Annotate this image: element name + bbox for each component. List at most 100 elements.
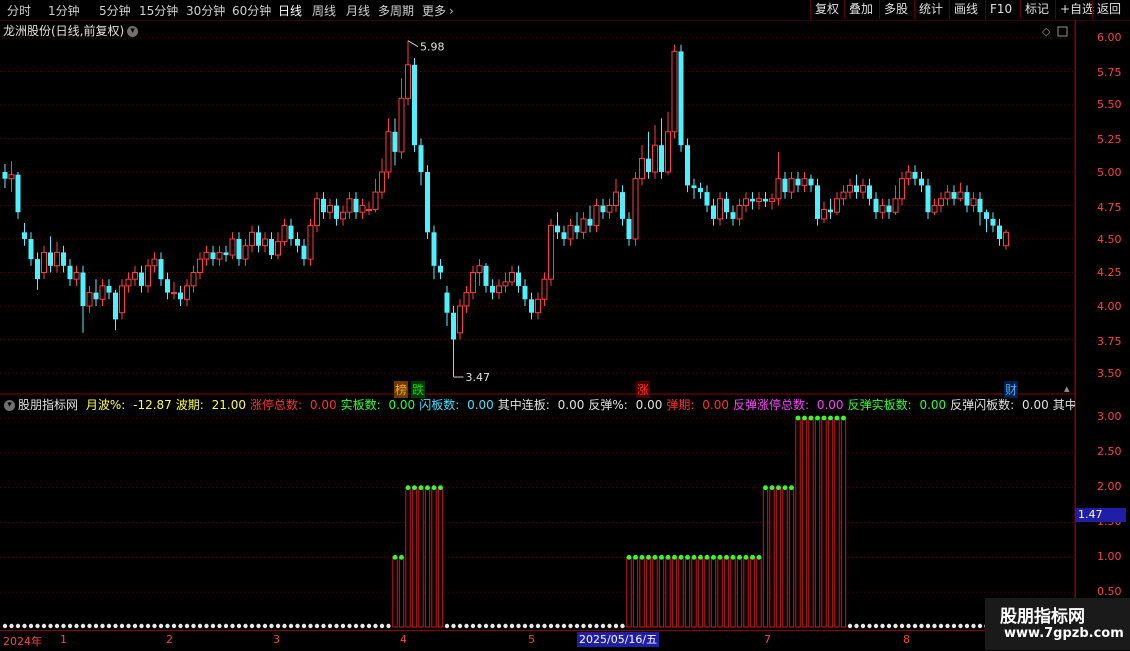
indicator-dot bbox=[730, 554, 736, 560]
indicator-dot-zero bbox=[119, 623, 125, 629]
indicator-dot bbox=[769, 485, 775, 491]
marker-finance[interactable]: 财 bbox=[1004, 381, 1019, 398]
candle-body-down bbox=[795, 178, 801, 186]
candle-body-down bbox=[600, 205, 606, 213]
candle-body-up bbox=[314, 198, 320, 227]
candle-body-up bbox=[8, 174, 15, 180]
candle-body-up bbox=[249, 231, 255, 247]
candle-body-up bbox=[457, 305, 463, 334]
indicator-dot-zero bbox=[977, 623, 983, 629]
indicator-bar bbox=[665, 556, 671, 628]
candle-body-up bbox=[340, 211, 346, 220]
candle-body-up bbox=[190, 272, 197, 287]
kline-chart[interactable]: 5.983.47 ◇ ▴ › bbox=[0, 0, 1130, 650]
indicator-item: 月波%: -12.87 bbox=[86, 398, 172, 412]
indicator-dot-zero bbox=[535, 623, 541, 629]
candle-body-down bbox=[516, 272, 521, 286]
candle-body-down bbox=[685, 145, 690, 186]
marker-rise[interactable]: 涨 bbox=[636, 381, 651, 398]
candle-body-down bbox=[451, 312, 456, 340]
candle-body-up bbox=[756, 198, 762, 202]
indicator-dot-zero bbox=[867, 623, 872, 629]
indicator-dot-zero bbox=[964, 623, 970, 629]
candle-body-down bbox=[964, 192, 970, 206]
indicator-dot-zero bbox=[113, 623, 118, 629]
indicator-dot-zero bbox=[906, 623, 911, 629]
indicator-bar bbox=[782, 487, 788, 628]
candle-body-down bbox=[808, 178, 814, 186]
candle-body-up bbox=[372, 191, 379, 211]
indicator-dot-zero bbox=[860, 623, 866, 629]
indicator-dot bbox=[665, 554, 671, 560]
indicator-bar bbox=[392, 556, 398, 628]
indicator-bar bbox=[652, 556, 658, 628]
watermark-logo: 股朋指标网 www.7gpzb.com bbox=[985, 598, 1130, 650]
indicator-dot-zero bbox=[444, 623, 450, 629]
indicator-dot-zero bbox=[48, 623, 53, 629]
indicator-dot bbox=[698, 554, 703, 560]
candle-body-down bbox=[418, 145, 424, 172]
candle-body-up bbox=[405, 64, 411, 99]
candle-body-down bbox=[483, 265, 489, 286]
indicator-bar bbox=[697, 556, 704, 628]
candle-body-up bbox=[476, 265, 483, 273]
diamond-icon[interactable]: ◇ bbox=[1042, 25, 1051, 38]
date-month-label: 5 bbox=[528, 633, 535, 646]
indicator-menu-icon[interactable]: ▾ bbox=[4, 400, 15, 411]
candle-body-up bbox=[327, 205, 333, 213]
indicator-bar bbox=[411, 487, 418, 628]
indicator-item-value: 0.00 bbox=[553, 398, 585, 412]
indicator-dot-zero bbox=[561, 623, 567, 629]
indicator-dot-zero bbox=[477, 623, 482, 629]
indicator-item-label: 涨停总数: bbox=[250, 398, 303, 412]
annotation-pointer bbox=[407, 40, 419, 48]
indicator-dot bbox=[711, 554, 716, 560]
indicator-bar bbox=[730, 556, 736, 628]
price-tick: 4.75 bbox=[1097, 201, 1122, 214]
date-axis[interactable]: 2024年 1 2 3 4 5 6 7 8 2025/05/16/五 bbox=[0, 630, 985, 651]
indicator-item: 其中反弹连板: 0.00 bbox=[1053, 398, 1075, 412]
candle-body-up bbox=[197, 258, 203, 274]
candle-body-up bbox=[931, 205, 938, 213]
candle-body-up bbox=[717, 198, 723, 220]
indicator-dot-zero bbox=[932, 623, 937, 629]
cursor-value-tag: 1.47 bbox=[1075, 508, 1126, 522]
indicator-dot bbox=[841, 415, 846, 421]
indicator-dot bbox=[808, 415, 814, 421]
indicator-bar bbox=[710, 556, 717, 628]
indicator-dot-zero bbox=[288, 623, 294, 629]
candle-body-down bbox=[444, 292, 450, 313]
candle-body-up bbox=[125, 278, 132, 287]
indicator-name[interactable]: 股朋指标网 bbox=[18, 398, 78, 412]
indicator-dot-zero bbox=[106, 623, 112, 629]
indicator-dot bbox=[743, 554, 749, 560]
indicator-bar bbox=[717, 556, 723, 628]
candle-body-up bbox=[509, 272, 515, 283]
indicator-dot-zero bbox=[178, 623, 183, 629]
indicator-tick: 2.50 bbox=[1097, 445, 1122, 458]
window-icon[interactable] bbox=[1057, 26, 1068, 37]
indicator-dot-zero bbox=[308, 623, 313, 629]
candle-body-down bbox=[490, 285, 495, 293]
indicator-dot-zero bbox=[126, 623, 131, 629]
scroll-up-icon[interactable]: ▴ bbox=[1064, 382, 1070, 395]
indicator-dot-zero bbox=[854, 623, 859, 629]
candle-body-up bbox=[99, 285, 106, 300]
candle-body-up bbox=[671, 50, 678, 133]
indicator-item: 其中连板: 0.00 bbox=[498, 398, 585, 412]
indicator-dot bbox=[418, 485, 424, 491]
candle-body-down bbox=[990, 218, 996, 226]
candle-body-up bbox=[385, 131, 392, 173]
indicator-dot bbox=[782, 485, 788, 491]
candle-body-up bbox=[535, 298, 541, 314]
marker-rank[interactable]: 榜 bbox=[394, 381, 409, 398]
indicator-bar bbox=[814, 417, 821, 628]
indicator-dot-zero bbox=[80, 623, 86, 629]
candle-body-up bbox=[840, 191, 847, 200]
indicator-dot-zero bbox=[152, 623, 157, 629]
indicator-dot-zero bbox=[503, 623, 508, 629]
marker-fall[interactable]: 跌 bbox=[411, 381, 426, 398]
indicator-dot-zero bbox=[9, 623, 14, 629]
indicator-dot bbox=[691, 554, 697, 560]
price-tick: 3.75 bbox=[1097, 335, 1122, 348]
